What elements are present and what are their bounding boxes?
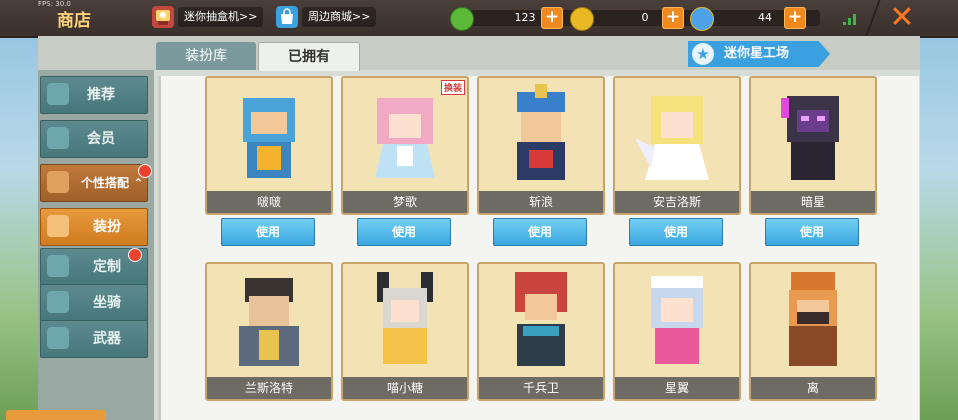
top-bar: FPS: 30.0 商店 迷你抽盒机>> 周边商城>> 123 + 0 + 44… — [0, 0, 958, 38]
star-workshop-label: 迷你星工场 — [724, 46, 790, 61]
skin-card[interactable]: 安吉洛斯 — [613, 76, 741, 215]
sidebar-item-membership[interactable]: 会员 — [40, 120, 148, 158]
skin-portrait — [515, 272, 567, 366]
sidebar-item-mount[interactable]: 坐骑 — [40, 284, 148, 322]
skin-card[interactable]: 千兵卫 — [477, 262, 605, 401]
skin-card[interactable]: 啵啵 — [205, 76, 333, 215]
skin-name: 暗星 — [751, 191, 875, 213]
skin-card[interactable]: 换装 梦歌 — [341, 76, 469, 215]
skin-card[interactable]: 离 — [749, 262, 877, 401]
skin-portrait — [377, 272, 433, 364]
notification-dot — [128, 248, 142, 262]
skin-portrait — [651, 276, 703, 364]
pencil-icon — [47, 255, 69, 277]
skin-name: 梦歌 — [343, 191, 467, 213]
skin-name: 兰斯洛特 — [207, 377, 331, 399]
skin-card[interactable]: 喵小糖 — [341, 262, 469, 401]
use-button[interactable]: 使用 — [493, 218, 587, 246]
tab-bar: 装扮库 已拥有 ★ 迷你星工场 — [38, 36, 920, 71]
use-button[interactable]: 使用 — [357, 218, 451, 246]
skin-card[interactable]: 暗星 — [749, 76, 877, 215]
tab-wardrobe[interactable]: 装扮库 — [156, 42, 256, 70]
skin-portrait — [243, 98, 295, 178]
mount-icon — [47, 291, 69, 313]
star-workshop-button[interactable]: ★ 迷你星工场 — [688, 41, 830, 67]
add-coins-button[interactable]: + — [662, 7, 684, 29]
skin-name: 喵小糖 — [343, 377, 467, 399]
shopping-bag-icon — [276, 6, 298, 28]
merch-store-label: 周边商城>> — [302, 7, 377, 27]
sidebar-next-item[interactable] — [6, 410, 106, 420]
divider — [865, 0, 881, 36]
sidebar-item-label: 坐骑 — [93, 295, 121, 311]
skin-portrait — [781, 96, 839, 180]
skin-name: 千兵卫 — [479, 377, 603, 399]
skin-name: 斩浪 — [479, 191, 603, 213]
skin-name: 安吉洛斯 — [615, 191, 739, 213]
tab-owned[interactable]: 已拥有 — [258, 42, 360, 71]
thumbs-up-icon — [47, 83, 69, 105]
sidebar-item-label: 装扮 — [93, 219, 121, 235]
skin-card[interactable]: 斩浪 — [477, 76, 605, 215]
membership-icon — [47, 127, 69, 149]
gold-coin-icon — [570, 7, 594, 31]
add-beans-button[interactable]: + — [784, 7, 806, 29]
sidebar-item-weapon[interactable]: 武器 — [40, 320, 148, 358]
sidebar-item-label: 定制 — [93, 259, 121, 275]
use-button[interactable]: 使用 — [221, 218, 315, 246]
sidebar-item-label: 会员 — [87, 131, 115, 147]
swap-outfit-badge: 换装 — [440, 80, 465, 95]
shop-panel: 装扮库 已拥有 ★ 迷你星工场 推荐 会员 个性搭配 ⌃ 装扮 定制 坐骑 武器… — [38, 36, 920, 420]
gacha-machine-label: 迷你抽盒机>> — [178, 7, 264, 27]
gacha-machine-link[interactable]: 迷你抽盒机>> — [152, 5, 264, 29]
sidebar-item-label: 个性搭配 ⌃ — [81, 176, 144, 190]
notification-dot — [138, 164, 152, 178]
skin-name: 啵啵 — [207, 191, 331, 213]
skin-name: 星翼 — [615, 377, 739, 399]
outfit-icon — [47, 215, 69, 237]
skin-name: 离 — [751, 377, 875, 399]
skin-portrait — [517, 84, 565, 180]
close-icon[interactable]: ✕ — [888, 3, 916, 33]
merch-store-link[interactable]: 周边商城>> — [276, 5, 377, 29]
skin-portrait — [239, 278, 299, 366]
sidebar-item-label: 武器 — [93, 331, 121, 347]
skin-grid: 啵啵 换装 梦歌 斩浪 安吉洛斯 暗星 使用 使用 使用 使用 使用 兰斯洛特 … — [158, 76, 919, 420]
skin-card[interactable]: 兰斯洛特 — [205, 262, 333, 401]
add-gems-button[interactable]: + — [541, 7, 563, 29]
use-button[interactable]: 使用 — [629, 218, 723, 246]
skin-portrait — [375, 98, 435, 178]
sidebar-item-label: 推荐 — [87, 87, 115, 103]
page-title: 商店 — [57, 11, 91, 31]
skin-portrait — [635, 96, 709, 180]
mini-bean-icon — [690, 7, 714, 31]
sidebar-item-style-match[interactable]: 个性搭配 ⌃ — [40, 164, 148, 202]
sidebar-item-outfit[interactable]: 装扮 — [40, 208, 148, 246]
gun-icon — [47, 327, 69, 349]
gem-count: 123 — [470, 10, 580, 26]
star-icon: ★ — [692, 43, 714, 65]
use-button[interactable]: 使用 — [765, 218, 859, 246]
gacha-machine-icon — [152, 6, 174, 28]
skin-portrait — [789, 272, 837, 366]
skin-card[interactable]: 星翼 — [613, 262, 741, 401]
green-gem-icon — [450, 7, 474, 31]
sidebar: 推荐 会员 个性搭配 ⌃ 装扮 定制 坐骑 武器 — [38, 70, 154, 420]
style-icon — [47, 171, 69, 193]
sidebar-item-recommend[interactable]: 推荐 — [40, 76, 148, 114]
signal-icon — [843, 14, 856, 25]
